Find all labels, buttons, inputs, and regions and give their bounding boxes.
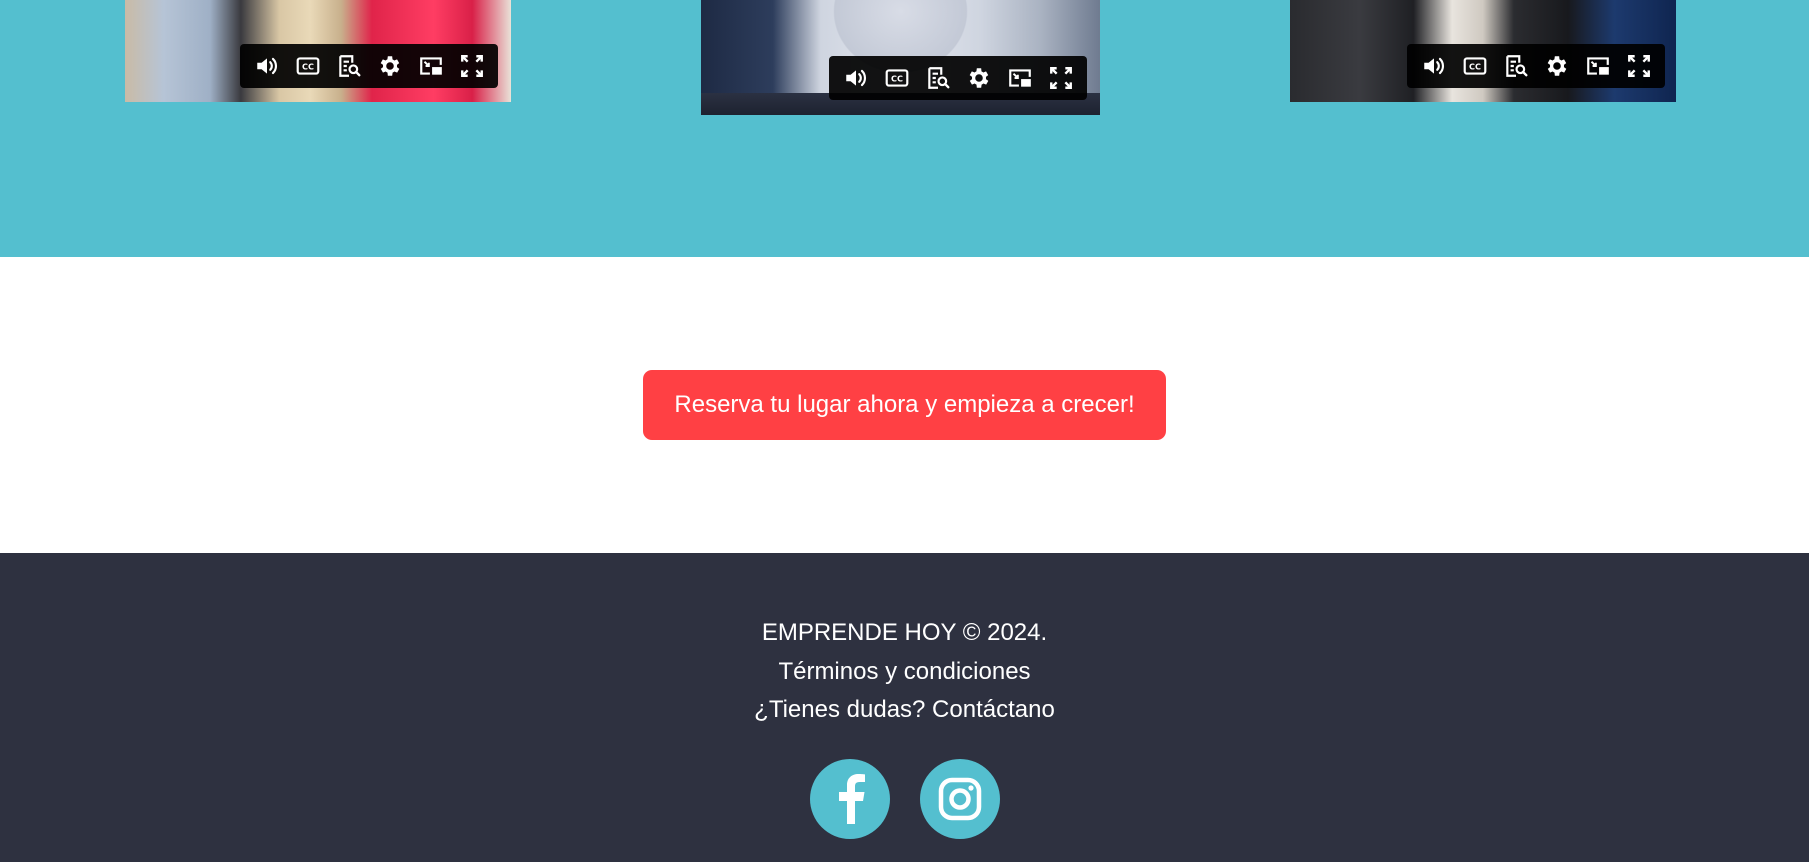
svg-text:CC: CC (891, 73, 903, 83)
settings-gear-button[interactable] (963, 62, 995, 94)
fullscreen-icon (459, 53, 485, 79)
volume-button[interactable] (251, 50, 283, 82)
svg-text:CC: CC (1469, 61, 1481, 71)
instagram-icon (938, 777, 982, 821)
volume-button[interactable] (840, 62, 872, 94)
transcript-search-icon (1503, 53, 1529, 79)
settings-gear-icon (1544, 53, 1570, 79)
cta-container: Reserva tu lugar ahora y empieza a crece… (0, 370, 1809, 440)
transcript-search-icon (336, 53, 362, 79)
transcript-search-button[interactable] (922, 62, 954, 94)
settings-gear-button[interactable] (1541, 50, 1573, 82)
transcript-search-button[interactable] (1500, 50, 1532, 82)
picture-in-picture-button[interactable] (415, 50, 447, 82)
picture-in-picture-icon (1007, 65, 1033, 91)
fullscreen-icon (1048, 65, 1074, 91)
contact-link[interactable]: ¿Tienes dudas? Contáctano (0, 691, 1809, 730)
terms-link[interactable]: Términos y condiciones (0, 653, 1809, 692)
fullscreen-icon (1626, 53, 1652, 79)
volume-icon (254, 53, 280, 79)
transcript-search-icon (925, 65, 951, 91)
fullscreen-button[interactable] (1045, 62, 1077, 94)
facebook-link[interactable] (809, 759, 890, 839)
closed-captions-button[interactable]: CC (292, 50, 324, 82)
settings-gear-icon (377, 53, 403, 79)
transcript-search-button[interactable] (333, 50, 365, 82)
volume-icon (843, 65, 869, 91)
facebook-icon (833, 774, 867, 824)
picture-in-picture-button[interactable] (1582, 50, 1614, 82)
picture-in-picture-icon (418, 53, 444, 79)
video-section: CC CC CC (0, 0, 1809, 257)
video-1-controls: CC (240, 44, 498, 88)
closed-captions-button[interactable]: CC (881, 62, 913, 94)
video-3-controls: CC (1407, 44, 1665, 88)
reserve-spot-button[interactable]: Reserva tu lugar ahora y empieza a crece… (643, 370, 1166, 440)
settings-gear-icon (966, 65, 992, 91)
closed-captions-icon: CC (1462, 53, 1488, 79)
picture-in-picture-button[interactable] (1004, 62, 1036, 94)
closed-captions-icon: CC (295, 53, 321, 79)
picture-in-picture-icon (1585, 53, 1611, 79)
closed-captions-icon: CC (884, 65, 910, 91)
video-2-controls: CC (829, 56, 1087, 100)
footer-text: EMPRENDE HOY © 2024. Términos y condicio… (0, 614, 1809, 730)
volume-button[interactable] (1418, 50, 1450, 82)
fullscreen-button[interactable] (456, 50, 488, 82)
instagram-link[interactable] (919, 759, 1000, 839)
settings-gear-button[interactable] (374, 50, 406, 82)
footer-copyright: EMPRENDE HOY © 2024. (761, 619, 1048, 646)
volume-icon (1421, 53, 1447, 79)
social-links (0, 759, 1809, 839)
fullscreen-button[interactable] (1623, 50, 1655, 82)
svg-text:CC: CC (302, 61, 314, 71)
closed-captions-button[interactable]: CC (1459, 50, 1491, 82)
